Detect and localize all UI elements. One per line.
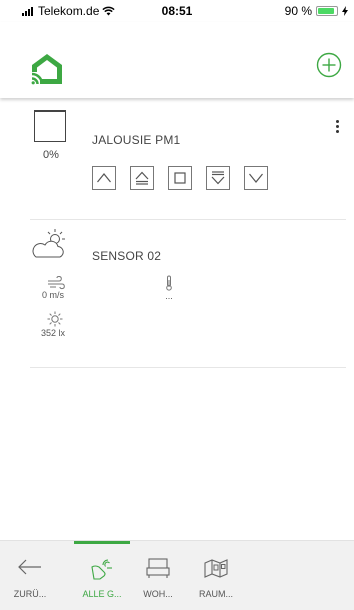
device-name: SENSOR 02 (92, 249, 162, 263)
device-list: 0% JALOUSIE PM1 SENSOR 02 0 m/s 352 lx .… (0, 98, 354, 540)
stop-icon (174, 172, 186, 184)
sofa-icon (146, 558, 170, 578)
tab-room[interactable]: RAUM... (186, 541, 246, 610)
tab-label: ZURÜ... (13, 589, 47, 599)
blind-controls (92, 166, 268, 190)
back-arrow-icon (18, 559, 41, 575)
step-up-button[interactable] (92, 166, 116, 190)
tab-label: ALLE G... (82, 589, 122, 599)
device-card-sensor[interactable]: SENSOR 02 0 m/s 352 lx ... (30, 220, 346, 368)
device-name: JALOUSIE PM1 (92, 133, 181, 147)
arrow-down-icon (249, 173, 263, 183)
tab-label: WOH... (143, 589, 173, 599)
more-options-icon[interactable] (331, 120, 343, 140)
battery-icon (316, 6, 338, 16)
arrow-up-icon (97, 173, 111, 183)
battery-percent: 90 % (284, 4, 312, 18)
charging-bolt-icon (342, 6, 348, 16)
full-up-icon (135, 171, 149, 185)
tab-label: RAUM... (198, 589, 233, 599)
step-down-button[interactable] (244, 166, 268, 190)
device-card-jalousie[interactable]: 0% JALOUSIE PM1 (30, 110, 346, 220)
tab-living-room[interactable]: WOH... (128, 541, 188, 610)
temperature-value: ... (165, 291, 173, 301)
sun-icon (47, 311, 63, 327)
wind-icon (48, 276, 65, 290)
blind-icon (34, 110, 66, 142)
status-right: 90 % (285, 4, 348, 18)
home-wifi-logo-icon (31, 54, 62, 85)
room-map-icon (204, 559, 228, 578)
stop-button[interactable] (168, 166, 192, 190)
status-bar: Telekom.de 08:51 90 % (0, 0, 354, 22)
tab-all-devices[interactable]: ALLE G... (72, 541, 132, 610)
blind-position: 0% (43, 149, 59, 161)
bottom-tab-bar: ZURÜ... ALLE G... WOH... RAUM... (0, 540, 354, 610)
wind-speed: 0 m/s (41, 290, 64, 300)
thermometer-icon (166, 275, 172, 291)
tab-back[interactable]: ZURÜ... (0, 541, 60, 610)
app-header (0, 22, 354, 98)
add-button[interactable] (316, 52, 342, 78)
full-down-icon (211, 171, 225, 185)
full-down-button[interactable] (206, 166, 230, 190)
brightness-value: 352 lx (40, 328, 66, 338)
full-up-button[interactable] (130, 166, 154, 190)
partly-sunny-icon (32, 229, 65, 258)
all-devices-icon (91, 559, 112, 580)
